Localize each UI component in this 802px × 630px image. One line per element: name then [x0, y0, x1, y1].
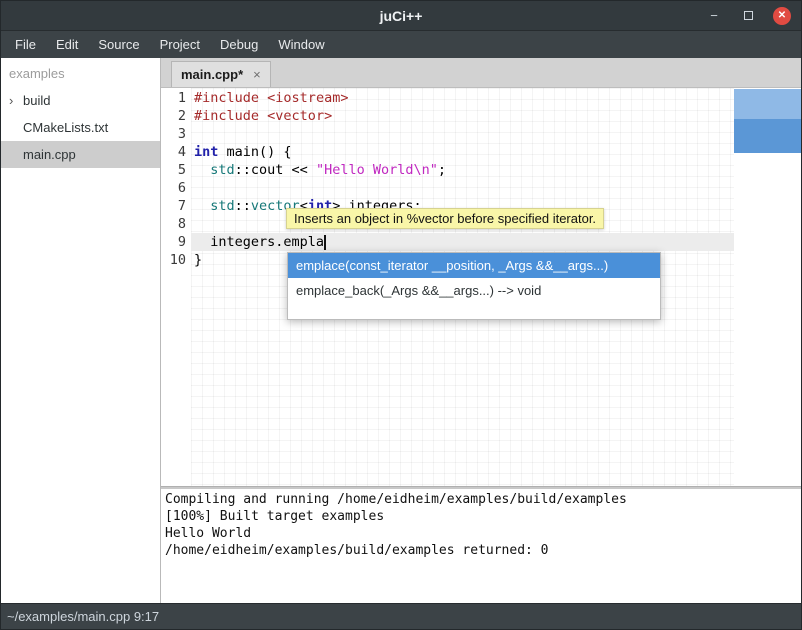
status-file-position: ~/examples/main.cpp 9:17 — [7, 609, 159, 624]
tree-item-build[interactable]: ›build — [1, 87, 160, 114]
minimap — [734, 88, 801, 486]
minimap-slider[interactable] — [734, 89, 801, 153]
maximize-button[interactable] — [739, 7, 757, 25]
line-number-gutter: 12345678910 — [161, 88, 191, 486]
code-line-6[interactable] — [191, 179, 734, 197]
line-number: 9 — [163, 233, 186, 251]
line-number: 8 — [163, 215, 186, 233]
tree-item-main-cpp[interactable]: main.cpp — [1, 141, 160, 168]
file-browser-sidebar: examples ›build CMakeLists.txt main.cpp — [1, 58, 161, 603]
tree-item-label: main.cpp — [23, 147, 76, 162]
menu-item-debug[interactable]: Debug — [210, 32, 268, 57]
jucipp-window: juCi++ − ✕ FileEditSourceProjectDebugWin… — [0, 0, 802, 630]
menu-item-edit[interactable]: Edit — [46, 32, 88, 57]
code-line-2[interactable]: #include <vector> — [191, 107, 734, 125]
source-editor: 12345678910 #include <iostream>#include … — [161, 88, 801, 486]
code-line-9[interactable]: integers.empla — [191, 233, 734, 251]
maximize-icon — [744, 11, 753, 20]
code-line-4[interactable]: int main() { — [191, 143, 734, 161]
tabbar: main.cpp* × — [161, 58, 801, 88]
menu-item-project[interactable]: Project — [150, 32, 210, 57]
tab-close-icon[interactable]: × — [253, 67, 261, 82]
main-area: examples ›build CMakeLists.txt main.cpp ma… — [1, 58, 801, 603]
terminal-line: Compiling and running /home/eidheim/exam… — [165, 491, 801, 508]
menu-item-file[interactable]: File — [5, 32, 46, 57]
code-line-5[interactable]: std::cout << "Hello World\n"; — [191, 161, 734, 179]
menu-item-source[interactable]: Source — [88, 32, 149, 57]
line-number: 2 — [163, 107, 186, 125]
project-root-label: examples — [1, 58, 160, 87]
statusbar: ~/examples/main.cpp 9:17 — [1, 603, 801, 629]
tree-item-label: CMakeLists.txt — [23, 120, 108, 135]
tab-label: main.cpp* — [181, 67, 243, 82]
window-controls: − ✕ — [705, 7, 801, 25]
terminal-line: [100%] Built target examples — [165, 508, 801, 525]
autocomplete-popup: emplace(const_iterator __position, _Args… — [287, 252, 661, 320]
close-button[interactable]: ✕ — [773, 7, 791, 25]
line-number: 4 — [163, 143, 186, 161]
line-number: 1 — [163, 89, 186, 107]
text-cursor — [324, 235, 326, 250]
doc-tooltip: Inserts an object in %vector before spec… — [286, 208, 604, 229]
window-title: juCi++ — [1, 8, 801, 24]
line-number: 10 — [163, 251, 186, 269]
terminal-line: /home/eidheim/examples/build/examples re… — [165, 542, 801, 559]
line-number: 7 — [163, 197, 186, 215]
code-line-1[interactable]: #include <iostream> — [191, 89, 734, 107]
code-line-3[interactable] — [191, 125, 734, 143]
line-number: 3 — [163, 125, 186, 143]
line-number: 6 — [163, 179, 186, 197]
completion-item-0[interactable]: emplace(const_iterator __position, _Args… — [288, 253, 660, 278]
terminal-output[interactable]: Compiling and running /home/eidheim/exam… — [161, 489, 801, 603]
editor-column: main.cpp* × 12345678910 #include <iostre… — [161, 58, 801, 603]
terminal-line: Hello World — [165, 525, 801, 542]
titlebar: juCi++ − ✕ — [1, 1, 801, 31]
menubar: FileEditSourceProjectDebugWindow — [1, 31, 801, 58]
file-tree: ›build CMakeLists.txt main.cpp — [1, 87, 160, 168]
line-number: 5 — [163, 161, 186, 179]
tree-item-cmakelists-txt[interactable]: CMakeLists.txt — [1, 114, 160, 141]
chevron-right-icon[interactable]: › — [9, 93, 23, 108]
tree-item-label: build — [23, 93, 50, 108]
menu-item-window[interactable]: Window — [268, 32, 334, 57]
tab-main-cpp[interactable]: main.cpp* × — [171, 61, 271, 87]
minimize-button[interactable]: − — [705, 7, 723, 25]
completion-item-1[interactable]: emplace_back(_Args &&__args...) --> void — [288, 278, 660, 303]
